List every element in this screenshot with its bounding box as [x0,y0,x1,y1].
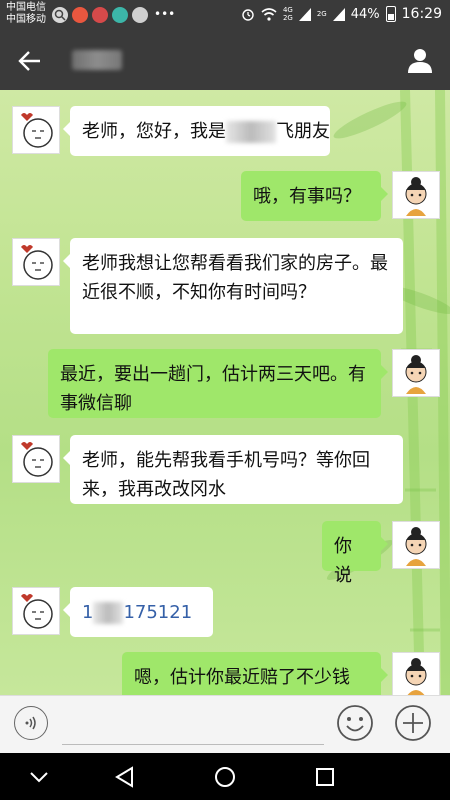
triangle-back-icon [115,766,133,788]
my-avatar[interactable] [392,349,440,397]
contact-avatar[interactable] [12,435,60,483]
carrier-1: 中国电信 [6,2,46,13]
person-icon [408,49,432,73]
contact-avatar[interactable] [12,106,60,154]
clock: 16:29 [401,6,442,22]
back-button[interactable] [16,47,44,75]
hide-nav-button[interactable] [26,764,52,790]
plus-icon [395,705,431,741]
smiley-icon [337,705,373,741]
weibo-icon [72,7,88,23]
input-bar [0,695,450,754]
arrow-left-icon [18,51,40,71]
message-bubble-incoming[interactable]: 老师，能先帮我看手机号吗？等你回来，我再改改冈水 [63,435,403,504]
message-input[interactable] [62,710,324,745]
carrier-2: 中国移动 [6,14,46,25]
message-bubble-outgoing[interactable]: 嗯，估计你最近赔了不少钱 [122,652,388,695]
chat-info-button[interactable] [406,46,434,74]
status-right: 4G 2G 2G 44% 16:29 [241,6,442,22]
voice-icon [25,716,36,730]
notification-icons: ••• [52,7,175,23]
more-icon: ••• [154,7,176,21]
chat-header [0,30,450,90]
signal-icon [298,7,311,21]
message-bubble-incoming[interactable]: 老师我想让您帮看看我们家的房子。最近很不顺，不知你有时间吗？ [63,238,403,334]
recents-nav-button[interactable] [312,764,338,790]
phone-number-link[interactable]: 1 175121 [82,602,192,624]
network-4g: 4G 2G [282,6,293,22]
my-avatar[interactable] [392,652,440,695]
my-avatar[interactable] [392,171,440,219]
redacted-text [226,121,276,143]
chevron-down-icon [30,772,48,783]
status-bar: 中国电信 中国移动 ••• 4G 2G 2G 44% 16:29 [0,0,450,30]
wifi-icon [261,7,277,21]
message-bubble-outgoing[interactable]: 最近，要出一趟门，估计两三天吧。有事微信聊 [48,349,388,418]
home-nav-button[interactable] [212,764,238,790]
app-icon [92,7,108,23]
my-avatar[interactable] [392,521,440,569]
voice-button[interactable] [14,706,48,740]
redacted-text [93,602,124,624]
message-bubble-outgoing[interactable]: 哦，有事吗？ [241,171,388,221]
network-2g: 2G [316,10,327,18]
battery-percent: 44% [350,6,380,22]
chat-area[interactable]: 老师，您好，我是 飞朋友 哦，有事吗？ 老师我想让您帮看看我们家的房子。最近很不顺… [0,90,450,695]
message-bubble-incoming[interactable]: 老师，您好，我是 飞朋友 [63,106,330,156]
message-bubble-outgoing[interactable]: 你说 [322,521,388,586]
contact-avatar[interactable] [12,587,60,635]
message-bubble-incoming[interactable]: 1 175121 [63,587,213,637]
search-icon [52,7,68,23]
emoji-button[interactable] [336,704,374,742]
back-nav-button[interactable] [112,764,138,790]
signal-icon [332,7,345,21]
square-recents-icon [316,768,334,786]
wechat-icon [132,7,148,23]
alarm-icon [242,9,254,21]
more-functions-button[interactable] [394,704,432,742]
carrier-labels: 中国电信 中国移动 [6,2,46,26]
circle-home-icon [215,767,235,787]
contact-avatar[interactable] [12,238,60,286]
contact-name-redacted [72,50,122,70]
system-nav-bar [0,753,450,800]
battery-icon [385,6,396,22]
app-icon [112,7,128,23]
